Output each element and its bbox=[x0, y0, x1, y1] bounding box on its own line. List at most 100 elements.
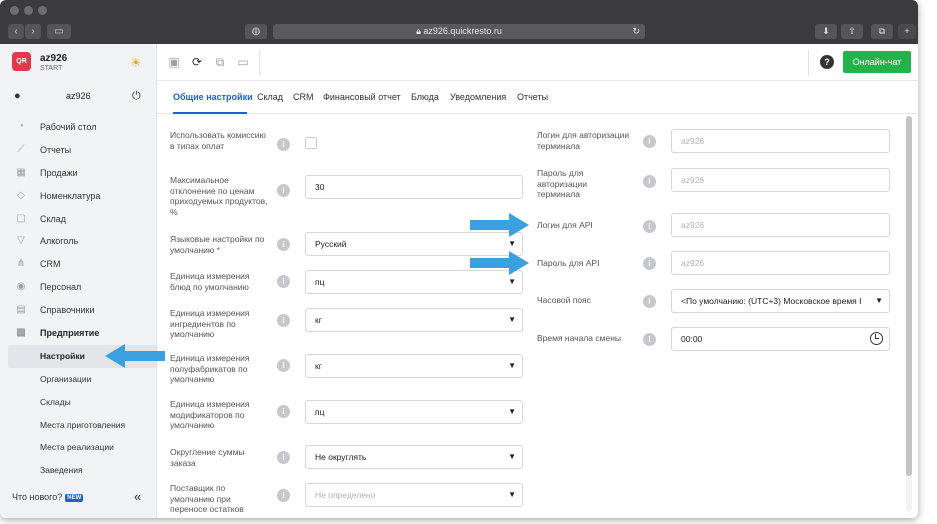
settings-tabs: Общие настройки Склад CRM Финансовый отч… bbox=[157, 82, 918, 114]
field-label: Единица измерения блюд по умолчанию bbox=[170, 271, 250, 292]
commission-checkbox[interactable] bbox=[305, 137, 317, 149]
browser-window: ‹ › ▭ ◍ 🔒︎ az926.quickresto.ru ↻ ⬇ ⇧ ⧉ +… bbox=[0, 0, 918, 518]
field-label: Часовой пояс bbox=[537, 295, 591, 305]
download-icon[interactable]: ⬇ bbox=[815, 24, 837, 39]
sidebar-item-sales[interactable]: ▦ Продажи bbox=[0, 162, 157, 185]
terminal-login-input[interactable]: az926 bbox=[671, 129, 890, 153]
info-icon[interactable]: i bbox=[643, 295, 656, 308]
sidebar-item-nomenclature[interactable]: ◇ Номенклатура bbox=[0, 185, 157, 208]
tab-financial-report[interactable]: Финансовый отчет bbox=[323, 92, 401, 102]
sidebar-item-label: Склад bbox=[40, 213, 67, 224]
minimize-window-button[interactable] bbox=[24, 6, 33, 15]
privacy-icon[interactable]: ◍ bbox=[245, 24, 267, 39]
address-bar[interactable]: 🔒︎ az926.quickresto.ru ↻ bbox=[273, 24, 645, 39]
sidebar-item-label: Персонал bbox=[40, 282, 82, 293]
select-value: кг bbox=[315, 361, 322, 371]
info-icon[interactable]: i bbox=[643, 175, 656, 188]
timezone-select[interactable]: <По умолчанию: (UTC+3) Московское время … bbox=[671, 289, 890, 313]
chevron-down-icon: ▼ bbox=[508, 490, 516, 499]
zoom-window-button[interactable] bbox=[38, 6, 47, 15]
sidebar-item-label: CRM bbox=[40, 259, 61, 270]
scrollbar-thumb[interactable] bbox=[906, 116, 912, 476]
logout-power-icon[interactable]: ⏻ bbox=[132, 90, 141, 103]
save-icon[interactable]: ▣ bbox=[167, 55, 181, 69]
info-icon[interactable]: i bbox=[277, 138, 290, 151]
refresh-icon[interactable]: ⟳ bbox=[190, 55, 204, 69]
shift-start-time-input[interactable]: 00:00 bbox=[671, 327, 890, 351]
annotation-arrow-left-icon bbox=[105, 344, 165, 368]
sidebar: QR az926 START ☀ ● az926 ⏻ ◔ Рабочий стол… bbox=[0, 44, 157, 518]
info-icon[interactable]: i bbox=[277, 184, 290, 197]
url-text: az926.quickresto.ru bbox=[423, 26, 502, 36]
modifier-unit-select[interactable]: пц ▼ bbox=[305, 400, 523, 424]
archive-icon[interactable]: ▭ bbox=[236, 55, 250, 69]
sidebar-item-alcohol[interactable]: ▽ Алкоголь bbox=[0, 230, 157, 253]
tab-dishes[interactable]: Блюда bbox=[411, 92, 439, 102]
sidebar-item-crm[interactable]: ⋔ CRM bbox=[0, 253, 157, 276]
whats-new-link[interactable]: Что нового? NEW bbox=[12, 492, 84, 502]
sidebar-subitem-organizations[interactable]: Организации bbox=[0, 368, 157, 391]
terminal-password-input[interactable]: az926 bbox=[671, 168, 890, 192]
max-deviation-input[interactable]: 30 bbox=[305, 175, 523, 199]
tab-warehouse[interactable]: Склад bbox=[257, 92, 283, 102]
select-value: Русский bbox=[315, 239, 347, 249]
info-icon[interactable]: i bbox=[277, 275, 290, 288]
info-icon[interactable]: i bbox=[643, 257, 656, 270]
sidebar-item-label: Предприятие bbox=[40, 328, 100, 339]
tab-general-settings[interactable]: Общие настройки bbox=[173, 92, 253, 102]
tab-notifications[interactable]: Уведомления bbox=[450, 92, 506, 102]
sidebar-subitem-sale-places[interactable]: Места реализации bbox=[0, 436, 157, 459]
enterprise-icon: ▩ bbox=[16, 327, 26, 339]
sidebar-item-catalogs[interactable]: ▤ Справочники bbox=[0, 299, 157, 322]
default-supplier-select[interactable]: Не определено ▼ bbox=[305, 483, 523, 507]
reload-icon[interactable]: ↻ bbox=[632, 24, 640, 39]
clock-icon[interactable] bbox=[870, 332, 883, 345]
sidebar-item-staff[interactable]: ◉ Персонал bbox=[0, 276, 157, 299]
sidebar-subitem-warehouses[interactable]: Склады bbox=[0, 391, 157, 414]
sidebar-toggle-icon[interactable]: ▭ bbox=[47, 24, 71, 39]
field-label: Округление суммы заказа bbox=[170, 447, 245, 468]
tab-crm[interactable]: CRM bbox=[293, 92, 314, 102]
info-icon[interactable]: i bbox=[277, 405, 290, 418]
info-icon[interactable]: i bbox=[643, 220, 656, 233]
close-window-button[interactable] bbox=[10, 6, 19, 15]
forward-button[interactable]: › bbox=[25, 24, 41, 39]
api-password-input[interactable]: az926 bbox=[671, 251, 890, 275]
sidebar-item-reports[interactable]: ⟋ Отчеты bbox=[0, 139, 157, 162]
info-icon[interactable]: i bbox=[643, 135, 656, 148]
sidebar-item-warehouse[interactable]: ▢ Склад bbox=[0, 208, 157, 231]
tab-reports[interactable]: Отчеты bbox=[517, 92, 548, 102]
semi-finished-unit-select[interactable]: кг ▼ bbox=[305, 354, 523, 378]
info-icon[interactable]: i bbox=[277, 314, 290, 327]
sidebar-subitem-venues[interactable]: Заведения bbox=[0, 459, 157, 482]
field-label: Единица измерения полуфабрикатов по умол… bbox=[170, 353, 250, 385]
api-login-input[interactable]: az926 bbox=[671, 213, 890, 237]
sidebar-subitem-cooking-places[interactable]: Места приготовления bbox=[0, 414, 157, 437]
online-chat-button[interactable]: Онлайн-чат bbox=[843, 51, 911, 73]
crm-icon: ⋔ bbox=[16, 258, 26, 270]
help-icon[interactable]: ? bbox=[820, 55, 834, 69]
field-label: Языковые настройки по умолчанию * bbox=[170, 234, 270, 255]
back-button[interactable]: ‹ bbox=[8, 24, 24, 39]
collapse-sidebar-icon[interactable]: « bbox=[134, 489, 141, 504]
theme-sun-icon[interactable]: ☀ bbox=[130, 55, 142, 71]
info-icon[interactable]: i bbox=[643, 333, 656, 346]
ingredient-unit-select[interactable]: кг ▼ bbox=[305, 308, 523, 332]
info-icon[interactable]: i bbox=[277, 489, 290, 502]
tabs-overview-icon[interactable]: ⧉ bbox=[871, 24, 893, 39]
sidebar-item-label: Алкоголь bbox=[40, 236, 79, 247]
order-rounding-select[interactable]: Не округлять ▼ bbox=[305, 445, 523, 469]
share-icon[interactable]: ⇧ bbox=[841, 24, 863, 39]
info-icon[interactable]: i bbox=[277, 238, 290, 251]
sidebar-item-dashboard[interactable]: ◔ Рабочий стол bbox=[0, 116, 157, 139]
new-tab-icon[interactable]: + bbox=[898, 24, 916, 39]
quickresto-logo[interactable]: QR bbox=[12, 52, 31, 71]
chevron-down-icon: ▼ bbox=[508, 452, 516, 461]
copy-icon[interactable]: ⧉ bbox=[213, 55, 227, 69]
vertical-scrollbar[interactable] bbox=[906, 116, 912, 512]
dashboard-icon: ◔ bbox=[17, 121, 25, 132]
info-icon[interactable]: i bbox=[277, 451, 290, 464]
info-icon[interactable]: i bbox=[277, 359, 290, 372]
input-value: 00:00 bbox=[681, 334, 703, 344]
staff-icon: ◉ bbox=[16, 281, 26, 293]
